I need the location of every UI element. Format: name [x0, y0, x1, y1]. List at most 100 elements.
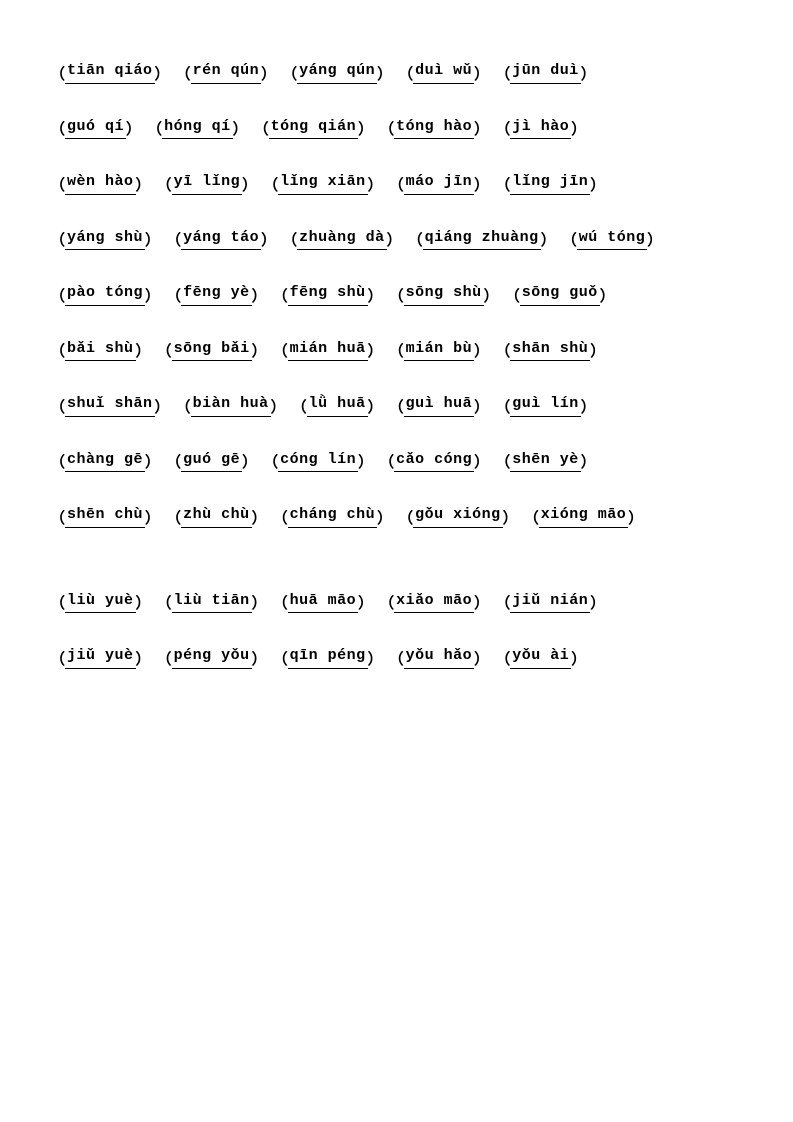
pinyin-text: shēn chù: [65, 504, 145, 528]
pinyin-text: pào tóng: [65, 282, 145, 306]
pinyin-text: yǒu ài: [510, 645, 571, 669]
open-paren: （: [157, 648, 172, 669]
list-item: （ fēng yè ）: [166, 282, 267, 306]
pinyin-text: yáng shù: [65, 227, 145, 251]
close-paren: ）: [628, 507, 643, 528]
list-item: （ shān shù ）: [495, 338, 605, 362]
list-item: （ shēn yè ）: [495, 449, 596, 473]
open-paren: （: [50, 340, 65, 361]
pinyin-text: xióng māo: [539, 504, 629, 528]
list-item: （ zhù chù ）: [166, 504, 267, 528]
close-paren: ）: [358, 118, 373, 139]
close-paren: ）: [136, 648, 151, 669]
open-paren: （: [50, 507, 65, 528]
list-item: （ guó gē ）: [166, 449, 257, 473]
list-item: （ tóng qián ）: [254, 116, 374, 140]
close-paren: ）: [252, 340, 267, 361]
pinyin-text: zhù chù: [181, 504, 252, 528]
pinyin-text: duì wǔ: [413, 60, 474, 84]
open-paren: （: [495, 451, 510, 472]
list-item: （ mián bù ）: [389, 338, 490, 362]
list-item: （ péng yǒu ）: [157, 645, 267, 669]
close-paren: ）: [647, 229, 662, 250]
open-paren: （: [273, 285, 288, 306]
open-paren: （: [389, 174, 404, 195]
list-item: （ qiáng zhuàng ）: [408, 227, 556, 251]
page: （ tiān qiáo ） （ rén qún ） （ yáng qún ） （ du…: [0, 0, 793, 1122]
open-paren: （: [166, 451, 181, 472]
close-paren: ）: [571, 118, 586, 139]
close-paren: ）: [261, 229, 276, 250]
open-paren: （: [495, 340, 510, 361]
close-paren: ）: [126, 118, 141, 139]
open-paren: （: [147, 118, 162, 139]
pinyin-text: mián bù: [404, 338, 475, 362]
list-item: （ liù tiān ）: [157, 590, 267, 614]
open-paren: （: [50, 174, 65, 195]
list-item: （ sōng guǒ ）: [505, 282, 615, 306]
pinyin-text: zhuàng dà: [297, 227, 387, 251]
pinyin-text: guó gē: [181, 449, 242, 473]
list-item: （ xiǎo māo ）: [379, 590, 489, 614]
close-paren: ）: [368, 285, 383, 306]
pinyin-text: gǒu xióng: [413, 504, 503, 528]
close-paren: ）: [252, 285, 267, 306]
pinyin-text: huā māo: [288, 590, 359, 614]
open-paren: （: [254, 118, 269, 139]
open-paren: （: [176, 63, 191, 84]
pinyin-text: lǐng xiān: [278, 171, 368, 195]
open-paren: （: [273, 340, 288, 361]
pinyin-text: lǐng jīn: [510, 171, 590, 195]
list-item: （ mián huā ）: [273, 338, 383, 362]
list-item: （ tiān qiáo ）: [50, 60, 170, 84]
close-paren: ）: [377, 63, 392, 84]
list-item: （ cóng lín ）: [263, 449, 373, 473]
pinyin-text: jūn duì: [510, 60, 581, 84]
open-paren: （: [562, 229, 577, 250]
close-paren: ）: [590, 592, 605, 613]
pinyin-text: xiǎo māo: [394, 590, 474, 614]
list-item: （ jì hào ）: [495, 116, 586, 140]
open-paren: （: [379, 592, 394, 613]
pinyin-text: tiān qiáo: [65, 60, 155, 84]
close-paren: ）: [474, 451, 489, 472]
close-paren: ）: [581, 63, 596, 84]
close-paren: ）: [581, 451, 596, 472]
list-item: （ gǒu xióng ）: [398, 504, 518, 528]
open-paren: （: [282, 229, 297, 250]
list-item: （ shuǐ shān ）: [50, 393, 170, 417]
open-paren: （: [50, 229, 65, 250]
open-paren: （: [505, 285, 520, 306]
open-paren: （: [176, 396, 191, 417]
list-item: （ yáng táo ）: [166, 227, 276, 251]
pinyin-text: sōng shù: [404, 282, 484, 306]
close-paren: ）: [541, 229, 556, 250]
open-paren: （: [379, 118, 394, 139]
pinyin-text: qīn péng: [288, 645, 368, 669]
pinyin-text: hóng qí: [162, 116, 233, 140]
open-paren: （: [157, 174, 172, 195]
close-paren: ）: [368, 648, 383, 669]
pinyin-text: cóng lín: [278, 449, 358, 473]
list-item: （ huā māo ）: [273, 590, 374, 614]
pinyin-text: bǎi shù: [65, 338, 136, 362]
list-item: （ cháng chù ）: [273, 504, 393, 528]
list-item: （ zhuàng dà ）: [282, 227, 402, 251]
close-paren: ）: [145, 285, 160, 306]
pinyin-text: yáng qún: [297, 60, 377, 84]
list-item: （ wèn hào ）: [50, 171, 151, 195]
pinyin-text: rén qún: [191, 60, 262, 84]
list-item: （ fēng shù ）: [273, 282, 383, 306]
pinyin-text: fēng shù: [288, 282, 368, 306]
open-paren: （: [389, 340, 404, 361]
close-paren: ）: [252, 507, 267, 528]
phrase-row: （ tiān qiáo ）（ rén qún ）（ yáng qún ）（ du…: [50, 60, 743, 88]
list-item: （ yī lǐng ）: [157, 171, 258, 195]
pinyin-text: wú tóng: [577, 227, 648, 251]
close-paren: ）: [474, 396, 489, 417]
phrase-row: （ bǎi shù ）（ sōng bǎi ）（ mián huā ）（ miá…: [50, 338, 743, 366]
open-paren: （: [495, 396, 510, 417]
pinyin-text: qiáng zhuàng: [423, 227, 541, 251]
close-paren: ）: [590, 340, 605, 361]
close-paren: ）: [358, 592, 373, 613]
